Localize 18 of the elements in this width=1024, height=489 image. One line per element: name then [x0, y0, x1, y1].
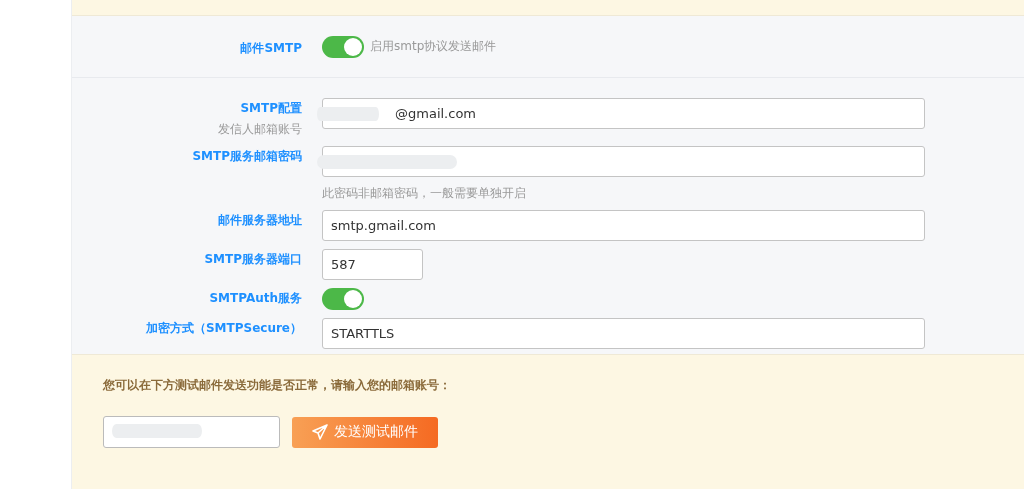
field-label: SMTP服务器端口 — [203, 251, 302, 268]
input-field[interactable]: smtp.gmail.com — [322, 210, 925, 241]
field-sublabel: 发信人邮箱账号 — [217, 121, 302, 138]
field-label: SMTP服务邮箱密码 — [191, 148, 302, 165]
field-label: 邮件服务器地址 — [217, 212, 302, 229]
field-label: 加密方式（SMTPSecure） — [144, 320, 302, 337]
field-hint: 此密码非邮箱密码，一般需要单独开启 — [322, 185, 527, 202]
switch-description: 启用smtp协议发送邮件 — [370, 38, 497, 55]
field-label: SMTPAuth服务 — [208, 290, 302, 307]
email-input-field[interactable] — [103, 416, 280, 448]
field-label: 邮件SMTP — [240, 40, 302, 55]
toggle-switch[interactable] — [322, 35, 364, 58]
input-field[interactable]: STARTTLS — [322, 318, 925, 349]
paper-plane-icon — [312, 424, 328, 440]
test-prompt: 您可以在下方测试邮件发送功能是否正常，请输入您的邮箱账号： — [103, 377, 452, 394]
input-field[interactable]: 587 — [322, 249, 423, 280]
toggle-switch[interactable] — [322, 288, 364, 310]
field-label: SMTP配置 — [239, 100, 302, 117]
